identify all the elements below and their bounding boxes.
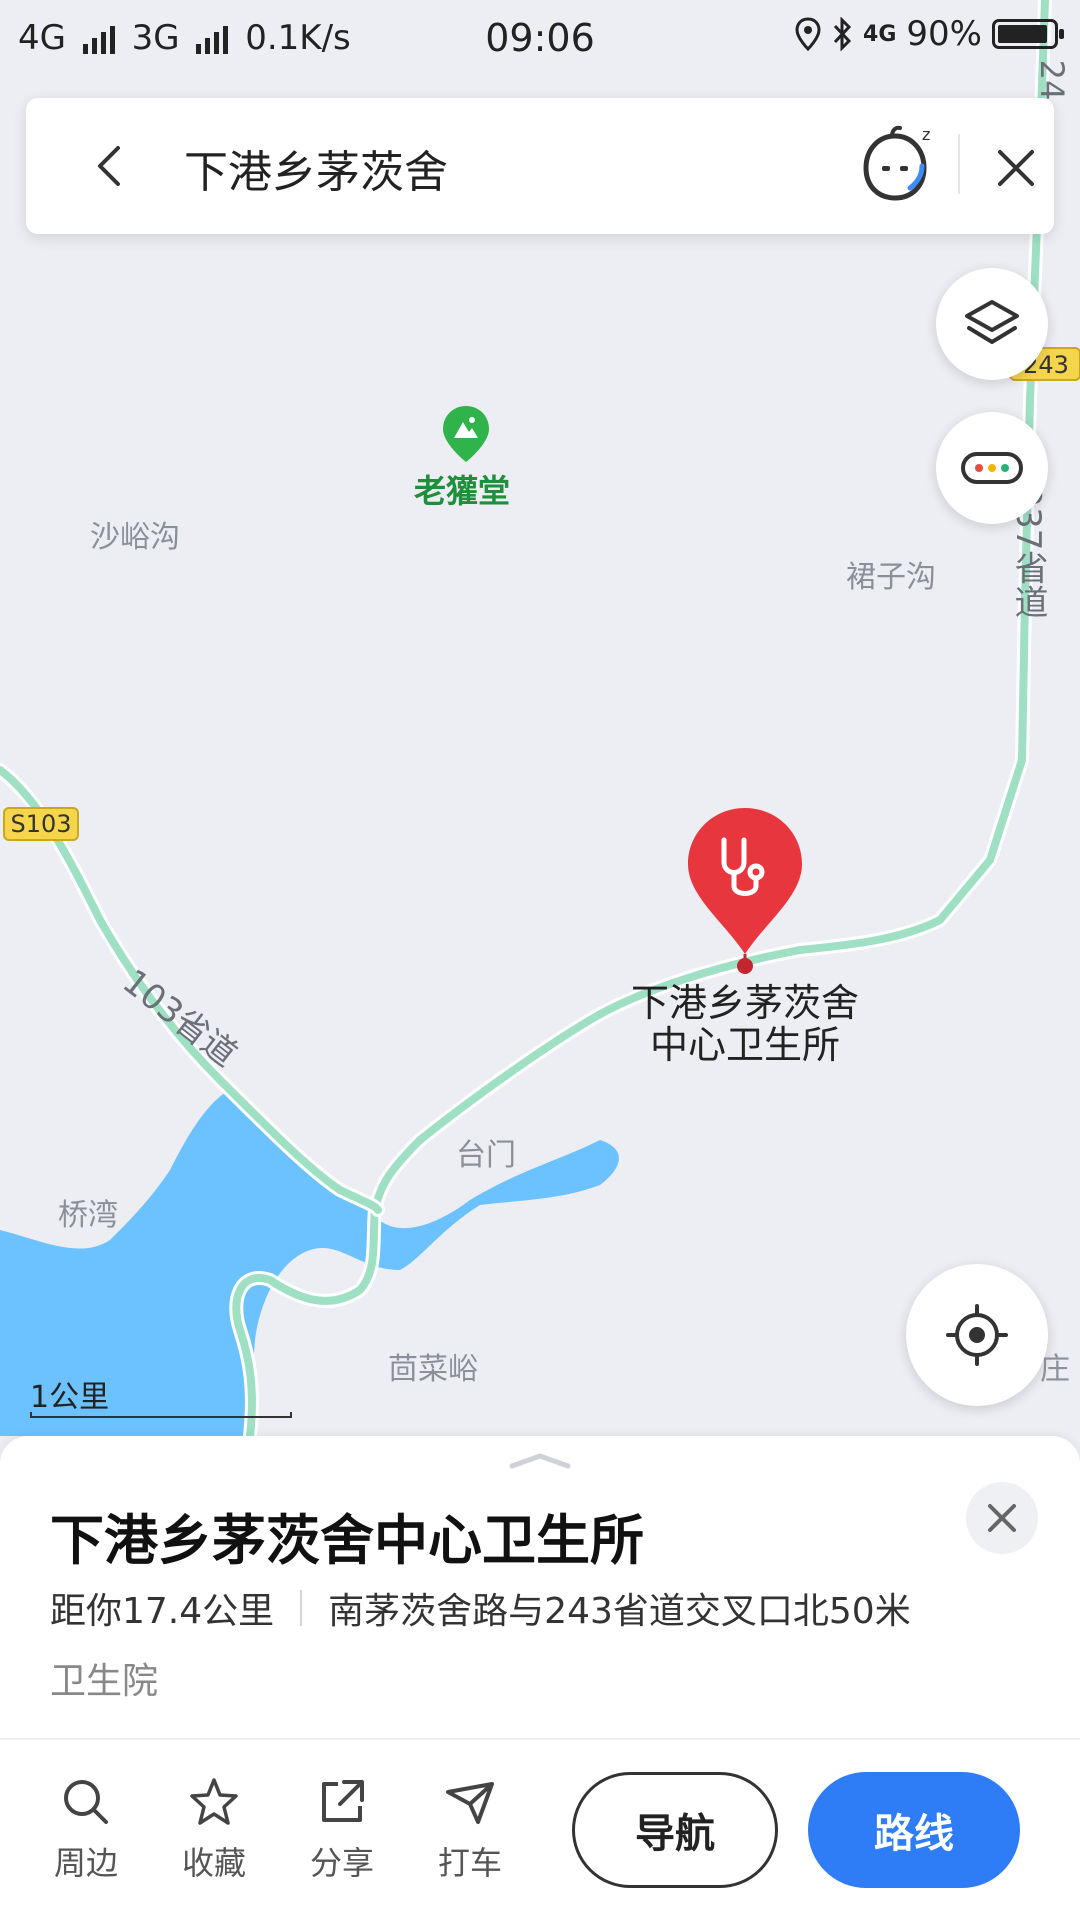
search-icon [64,1780,108,1824]
map-label-qiaowan: 桥湾 [58,1198,118,1233]
locate-me-button[interactable] [906,1264,1048,1406]
map-label-taimen: 台门 [456,1138,516,1173]
taxi-icon [446,1782,494,1824]
star-icon [190,1778,238,1825]
status-right: 4G 90% [795,14,1064,54]
map-label-qunzigou: 裙子沟 [846,560,936,595]
traffic-icon [961,452,1023,484]
favorite-button[interactable]: 收藏 [154,1774,274,1884]
taxi-label: 打车 [437,1844,502,1882]
voice-assistant-icon[interactable]: z [852,122,938,208]
svg-text:z: z [922,125,930,144]
sheet-close-button[interactable] [966,1482,1038,1554]
layers-button[interactable] [936,268,1048,380]
back-icon[interactable] [86,140,138,192]
place-title: 下港乡茅茨舍中心卫生所 [50,1509,644,1572]
battery-percent: 90% [906,14,982,54]
selected-pin[interactable] [682,804,808,974]
poi-marker[interactable] [440,404,492,466]
pin-label-line1: 下港乡茅茨舍 [630,981,859,1025]
place-address: 南茅茨舍路与243省道交叉口北50米 [328,1591,911,1632]
divider [0,1738,1080,1740]
map-label-shayugou: 沙峪沟 [90,520,180,555]
share-label: 分享 [309,1844,374,1882]
search-bar[interactable]: 下港乡茅茨舍 z [26,98,1054,234]
locate-icon [946,1304,1008,1366]
place-category: 卫生院 [50,1661,159,1702]
map-label-huicaiyu: 茴菜峪 [388,1352,478,1387]
poi-label[interactable]: 老獾堂 [414,466,510,512]
close-icon[interactable] [990,142,1042,194]
share-icon [322,1780,364,1822]
nearby-label: 周边 [53,1844,118,1882]
place-meta: 距你17.4公里 南茅茨舍路与243省道交叉口北50米 [50,1582,911,1634]
drag-handle-icon[interactable] [506,1450,574,1470]
pin-label-line2: 中心卫生所 [649,1023,840,1067]
share-button[interactable]: 分享 [282,1774,402,1884]
scale-bar [30,1412,292,1418]
search-query[interactable]: 下港乡茅茨舍 [184,136,448,200]
close-icon [988,1504,1016,1532]
road-shield-s103-label: S103 [10,810,71,838]
traffic-button[interactable] [936,412,1048,524]
battery-icon [992,19,1064,49]
bluetooth-icon [833,17,852,51]
layers-icon [965,300,1019,344]
location-icon [795,17,821,51]
meta-separator [300,1590,303,1626]
taxi-button[interactable]: 打车 [410,1774,530,1884]
place-distance: 距你17.4公里 [50,1591,275,1632]
map-label-edge: 庄 [1040,1352,1070,1387]
divider [958,134,960,194]
favorite-label: 收藏 [181,1844,246,1882]
place-detail-sheet[interactable]: 下港乡茅茨舍中心卫生所 距你17.4公里 南茅茨舍路与243省道交叉口北50米 … [0,1436,1080,1920]
pin-label: 下港乡茅茨舍 中心卫生所 [595,982,895,1066]
route-button[interactable]: 路线 [808,1772,1020,1888]
status-bar: 4G 3G 0.1K/s 09:06 4G 90% [0,0,1080,80]
network-4g-right: 4G [863,21,897,47]
nearby-button[interactable]: 周边 [26,1774,146,1884]
scale-label: 1公里 [30,1380,110,1415]
navigate-button[interactable]: 导航 [572,1772,778,1888]
